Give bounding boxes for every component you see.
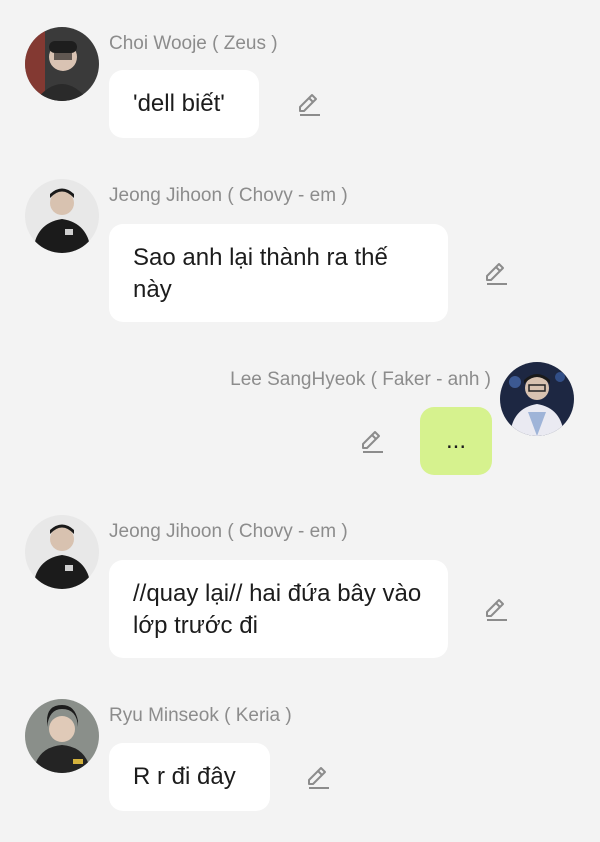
avatar-chovy[interactable] xyxy=(25,515,99,589)
pencil-edit-icon[interactable] xyxy=(296,91,322,117)
avatar-zeus[interactable] xyxy=(25,27,99,101)
pencil-edit-icon[interactable] xyxy=(305,764,331,790)
message-bubble[interactable]: //quay lại// hai đứa bây vào lớp trước đ… xyxy=(109,560,448,658)
sender-name: Choi Wooje ( Zeus ) xyxy=(109,33,278,54)
chat-thread: Choi Wooje ( Zeus ) 'dell biết' Jeong Ji… xyxy=(0,0,600,842)
message-bubble[interactable]: 'dell biết' xyxy=(109,70,259,138)
avatar-chovy[interactable] xyxy=(25,179,99,253)
message-bubble[interactable]: Sao anh lại thành ra thế này xyxy=(109,224,448,322)
sender-name: Jeong Jihoon ( Chovy - em ) xyxy=(109,521,348,542)
avatar-faker[interactable] xyxy=(500,362,574,436)
pencil-edit-icon[interactable] xyxy=(483,260,509,286)
pencil-edit-icon[interactable] xyxy=(483,596,509,622)
pencil-edit-icon[interactable] xyxy=(359,428,385,454)
message-bubble[interactable]: R r đi đây xyxy=(109,743,270,811)
sender-name: Lee SangHyeok ( Faker - anh ) xyxy=(230,369,491,390)
sender-name: Jeong Jihoon ( Chovy - em ) xyxy=(109,185,348,206)
sender-name: Ryu Minseok ( Keria ) xyxy=(109,705,292,726)
message-bubble-own[interactable]: ... xyxy=(420,407,492,475)
avatar-keria[interactable] xyxy=(25,699,99,773)
